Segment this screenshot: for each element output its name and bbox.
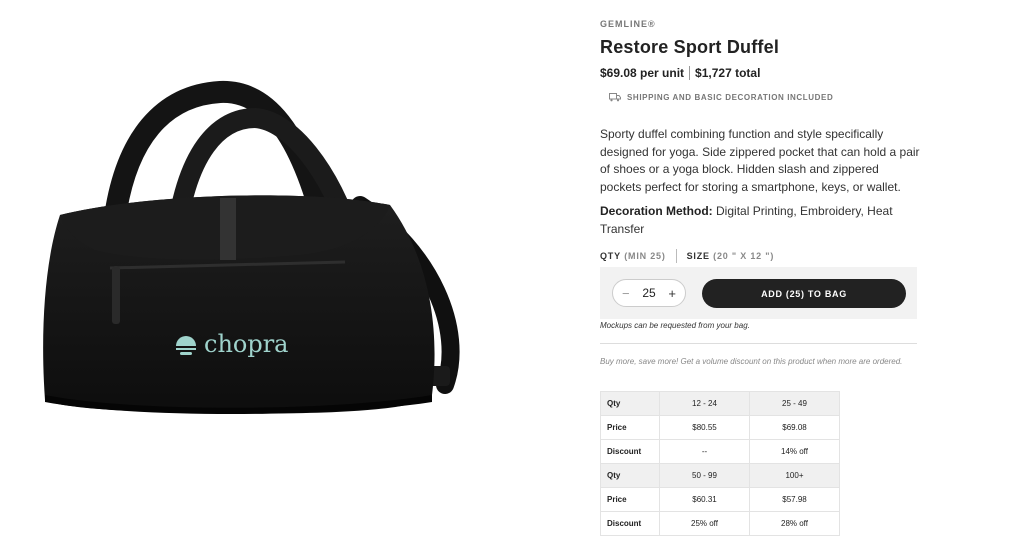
volume-pricing-table: Qty 12 - 24 25 - 49 Price $80.55 $69.08 … (600, 391, 840, 536)
truck-icon (609, 93, 621, 102)
volume-discount-note: Buy more, save more! Get a volume discou… (600, 357, 903, 366)
table-row: Discount 25% off 28% off (600, 511, 840, 536)
table-cell: $69.08 (749, 415, 840, 440)
brand-label[interactable]: GEMLINE® (600, 19, 656, 29)
add-to-bag-button[interactable]: ADD (25) TO BAG (702, 279, 906, 308)
table-cell: 12 - 24 (659, 391, 750, 416)
qty-size-divider (675, 249, 677, 263)
product-image[interactable]: chopra (0, 0, 560, 547)
unit-price: $69.08 per unit (600, 66, 685, 80)
product-logo-text: chopra (204, 330, 289, 358)
shipping-text: SHIPPING AND BASIC DECORATION INCLUDED (627, 93, 834, 102)
total-price: $1,727 total (695, 66, 761, 80)
table-cell: 28% off (749, 511, 840, 536)
table-row: Qty 12 - 24 25 - 49 (600, 391, 840, 416)
duffel-bag-image (43, 80, 460, 414)
product-title: Restore Sport Duffel (600, 37, 780, 57)
table-row: Discount -- 14% off (600, 439, 840, 464)
shipping-info: SHIPPING AND BASIC DECORATION INCLUDED (609, 93, 833, 102)
table-cell: 14% off (749, 439, 840, 464)
table-cell: 100+ (749, 463, 840, 488)
section-divider (600, 343, 917, 344)
price-line: $69.08 per unit $1,727 total (600, 66, 760, 80)
table-row: Price $60.31 $57.98 (600, 487, 840, 512)
product-description: Sporty duffel combining function and sty… (600, 127, 920, 194)
table-cell: 50 - 99 (659, 463, 750, 488)
table-cell: $80.55 (659, 415, 750, 440)
increment-button[interactable]: + (668, 286, 676, 301)
row-label: Price (600, 487, 660, 512)
decrement-button[interactable]: − (622, 286, 630, 301)
qty-label: QTY (600, 251, 621, 261)
size-label: SIZE (686, 251, 710, 261)
qty-size-row: QTY (MIN 25) SIZE (20 " X 12 ") (600, 249, 774, 263)
qty-min: (MIN 25) (624, 251, 666, 261)
table-cell: 25 - 49 (749, 391, 840, 416)
row-label: Discount (600, 439, 660, 464)
table-cell: -- (659, 439, 750, 464)
row-label: Qty (600, 463, 660, 488)
table-row: Qty 50 - 99 100+ (600, 463, 840, 488)
row-label: Qty (600, 391, 660, 416)
table-row: Price $80.55 $69.08 (600, 415, 840, 440)
row-label: Price (600, 415, 660, 440)
table-cell: $57.98 (749, 487, 840, 512)
decoration-method: Decoration Method: Digital Printing, Emb… (600, 203, 920, 238)
size-value: (20 " X 12 ") (713, 251, 775, 261)
table-cell: 25% off (659, 511, 750, 536)
mockup-note: Mockups can be requested from your bag. (600, 321, 750, 330)
decoration-label: Decoration Method: (600, 204, 713, 218)
row-label: Discount (600, 511, 660, 536)
price-divider (689, 66, 691, 80)
table-cell: $60.31 (659, 487, 750, 512)
quantity-value[interactable]: 25 (642, 286, 655, 300)
quantity-stepper[interactable]: − 25 + (612, 279, 686, 307)
